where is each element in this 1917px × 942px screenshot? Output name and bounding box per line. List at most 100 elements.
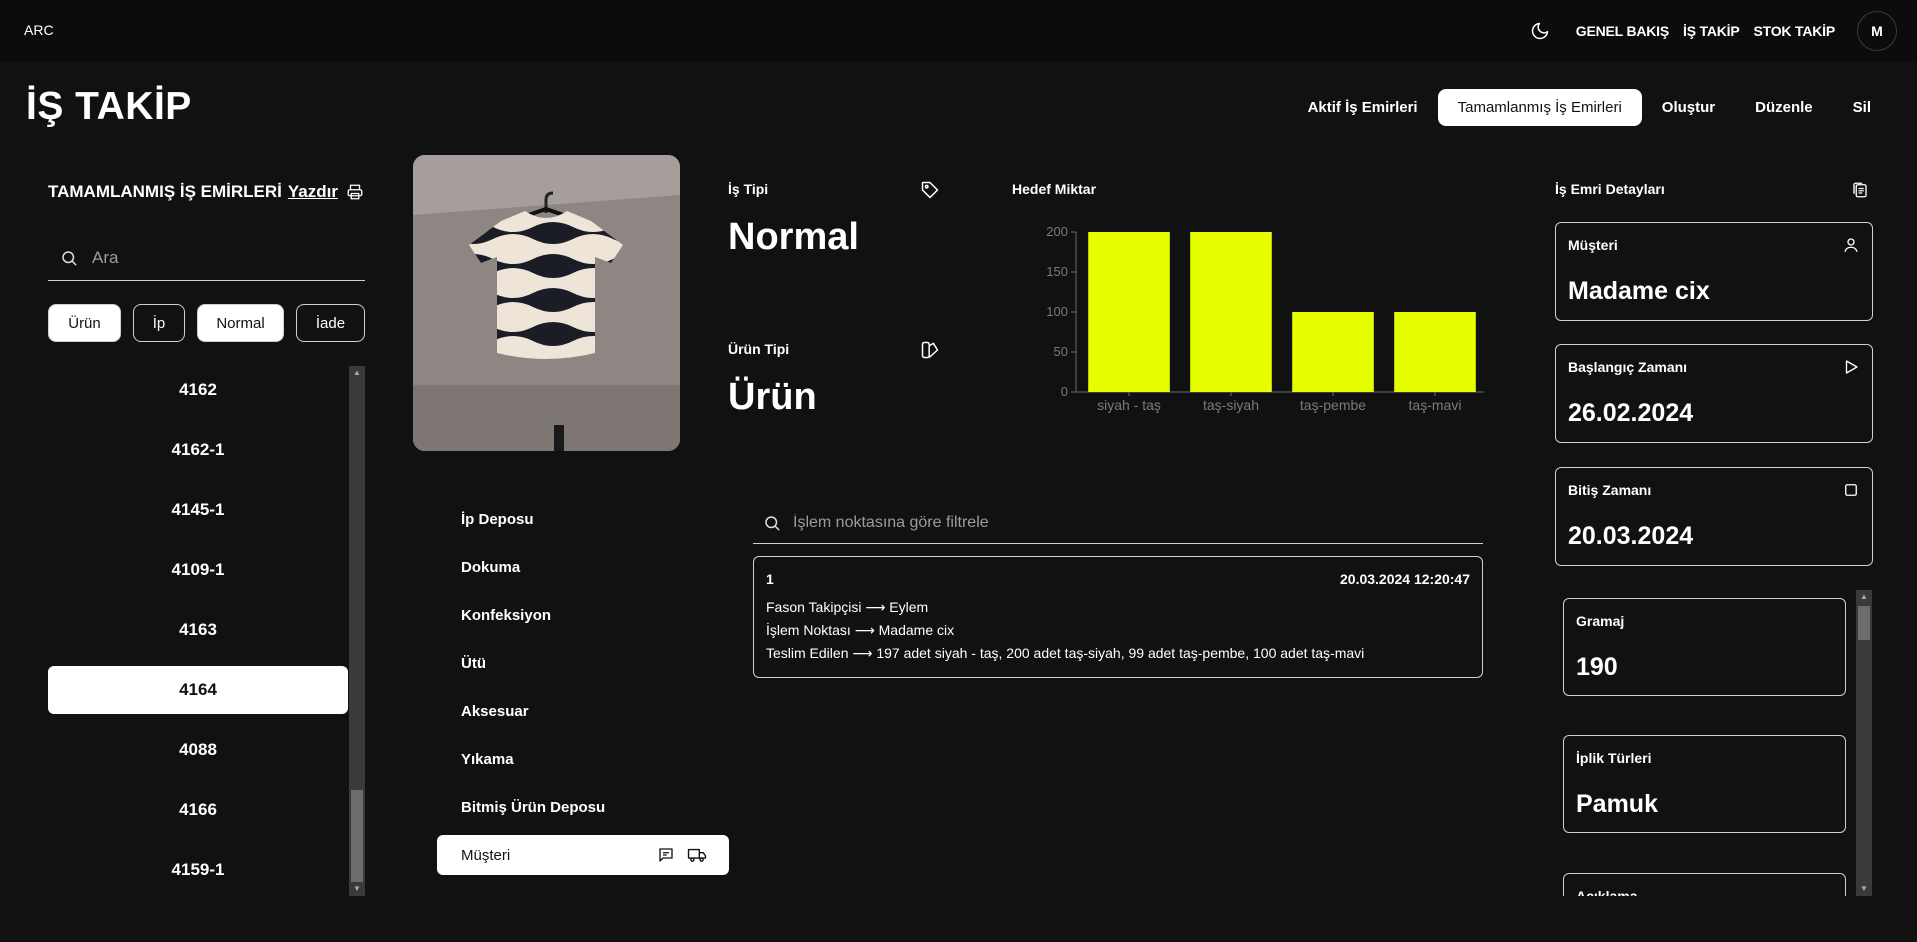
page-title: İŞ TAKİP <box>26 85 192 128</box>
moon-icon[interactable] <box>1530 21 1550 41</box>
print-link[interactable]: Yazdır <box>288 182 338 202</box>
search-icon <box>763 514 781 532</box>
order-search <box>48 236 365 281</box>
nav-link-job-tracking[interactable]: İŞ TAKİP <box>1683 23 1740 39</box>
type-filters: Ürün İp Normal İade <box>48 304 365 342</box>
stop-icon <box>1842 481 1860 499</box>
tab-active-orders[interactable]: Aktif İş Emirleri <box>1288 89 1438 126</box>
chart-bar[interactable] <box>1394 312 1476 392</box>
step-ironing[interactable]: Ütü <box>437 639 729 687</box>
tab-completed-orders[interactable]: Tamamlanmış İş Emirleri <box>1437 89 1642 126</box>
step-weaving[interactable]: Dokuma <box>437 543 729 591</box>
start-time-label: Başlangıç Zamanı <box>1568 359 1688 375</box>
end-time-value: 20.03.2024 <box>1568 522 1694 550</box>
process-steps: İp Deposu Dokuma Konfeksiyon Ütü Aksesua… <box>437 495 729 875</box>
tag-icon <box>920 180 940 200</box>
filter-chip-normal[interactable]: Normal <box>197 304 284 342</box>
customer-label: Müşteri <box>1568 237 1618 253</box>
yarn-types-label: İplik Türleri <box>1576 750 1652 766</box>
step-finished-depot[interactable]: Bitmiş Ürün Deposu <box>437 783 729 831</box>
details-scroll-region: Gramaj 190 İplik Türleri Pamuk Açıklama <box>1555 590 1873 896</box>
customer-card: Müşteri Madame cix <box>1555 222 1873 321</box>
start-time-value: 26.02.2024 <box>1568 399 1694 427</box>
filter-chip-product[interactable]: Ürün <box>48 304 121 342</box>
list-item-selected[interactable]: 4164 <box>48 666 348 714</box>
app-logo[interactable]: ARC <box>24 22 54 38</box>
step-customer-label: Müşteri <box>461 846 511 864</box>
log-filter-input[interactable] <box>793 513 1443 532</box>
chart-bar[interactable] <box>1190 232 1272 392</box>
clipboard-icon[interactable] <box>1851 181 1869 199</box>
tab-create[interactable]: Oluştur <box>1642 89 1735 126</box>
order-list-scrollbar[interactable]: ▲ ▼ <box>349 366 365 896</box>
chart-bar[interactable] <box>1292 312 1374 392</box>
scroll-down-arrow[interactable]: ▼ <box>349 882 365 896</box>
chart-bar[interactable] <box>1088 232 1170 392</box>
description-card: Açıklama <box>1563 873 1846 896</box>
top-navbar: ARC GENEL BAKIŞ İŞ TAKİP STOK TAKİP M <box>0 0 1917 62</box>
tab-delete[interactable]: Sil <box>1833 89 1891 126</box>
end-time-card: Bitiş Zamanı 20.03.2024 <box>1555 467 1873 566</box>
customer-value: Madame cix <box>1568 277 1710 305</box>
step-confection[interactable]: Konfeksiyon <box>437 591 729 639</box>
completed-orders-heading: TAMAMLANMIŞ İŞ EMİRLERİ Yazdır <box>48 182 364 202</box>
step-yarn-depot[interactable]: İp Deposu <box>437 495 729 543</box>
gramaj-value: 190 <box>1576 653 1618 681</box>
list-item[interactable]: 4166 <box>48 786 348 834</box>
log-entry: 1 20.03.2024 12:20:47 Fason Takipçisi ⟶ … <box>753 556 1483 678</box>
chart-y-tick-label: 200 <box>1046 224 1068 239</box>
list-item[interactable]: 4088 <box>48 726 348 774</box>
details-scrollbar[interactable]: ▲ ▼ <box>1856 590 1872 896</box>
list-item[interactable]: 4162 <box>48 366 348 414</box>
printer-icon[interactable] <box>346 183 364 201</box>
log-entry-timestamp: 20.03.2024 12:20:47 <box>1340 571 1470 587</box>
scroll-thumb[interactable] <box>1858 606 1870 640</box>
scroll-up-arrow[interactable]: ▲ <box>1856 590 1872 604</box>
chart-x-tick-label: siyah - taş <box>1097 397 1161 413</box>
target-quantity-chart: 0 50 100 150 200 siyah - taş taş-siyah taş-pemb… <box>1006 180 1498 420</box>
scroll-thumb[interactable] <box>351 790 363 882</box>
completed-orders-title: TAMAMLANMIŞ İŞ EMİRLERİ <box>48 182 282 201</box>
chart-y-tick-label: 100 <box>1046 304 1068 319</box>
product-image <box>413 155 680 451</box>
list-item[interactable]: 4159-1 <box>48 846 348 894</box>
order-search-input[interactable] <box>92 248 352 268</box>
list-item[interactable]: 4145-1 <box>48 486 348 534</box>
tab-bar: Aktif İş Emirleri Tamamlanmış İş Emirler… <box>1288 89 1891 126</box>
step-customer[interactable]: Müşteri <box>437 835 729 875</box>
step-customer-icons <box>657 846 707 864</box>
chart-x-tick-label: taş-pembe <box>1300 397 1366 413</box>
list-item[interactable]: 4109-1 <box>48 546 348 594</box>
filter-chip-yarn[interactable]: İp <box>133 304 185 342</box>
yarn-types-value: Pamuk <box>1576 790 1658 818</box>
list-item[interactable]: 4162-1 <box>48 426 348 474</box>
list-item[interactable]: 4163 <box>48 606 348 654</box>
chart-x-tick-label: taş-mavi <box>1409 397 1462 413</box>
step-washing[interactable]: Yıkama <box>437 735 729 783</box>
step-accessory[interactable]: Aksesuar <box>437 687 729 735</box>
chart-y-tick-label: 150 <box>1046 264 1068 279</box>
swatch-icon <box>920 340 940 360</box>
gramaj-label: Gramaj <box>1576 613 1625 629</box>
nav-link-stock-tracking[interactable]: STOK TAKİP <box>1754 23 1836 39</box>
job-type-value: Normal <box>728 216 859 258</box>
filter-chip-return[interactable]: İade <box>296 304 365 342</box>
gramaj-card: Gramaj 190 <box>1563 598 1846 696</box>
avatar[interactable]: M <box>1857 11 1897 51</box>
scroll-down-arrow[interactable]: ▼ <box>1856 882 1872 896</box>
truck-icon[interactable] <box>687 846 707 864</box>
tab-edit[interactable]: Düzenle <box>1735 89 1833 126</box>
chart-y-tick-label: 50 <box>1054 344 1068 359</box>
user-icon <box>1842 236 1860 254</box>
scroll-up-arrow[interactable]: ▲ <box>349 366 365 380</box>
end-time-label: Bitiş Zamanı <box>1568 482 1652 498</box>
chart-y-tick-label: 0 <box>1061 384 1068 399</box>
order-list: 4162 4162-1 4145-1 4109-1 4163 4164 4088… <box>48 366 348 896</box>
product-type-value: Ürün <box>728 376 817 418</box>
nav-link-overview[interactable]: GENEL BAKIŞ <box>1576 23 1669 39</box>
log-entry-line: Teslim Edilen ⟶ 197 adet siyah - taş, 20… <box>766 645 1365 661</box>
log-entry-header: 1 20.03.2024 12:20:47 <box>766 571 1470 587</box>
order-details-title: İş Emri Detayları <box>1555 181 1665 197</box>
search-icon <box>60 249 78 267</box>
message-icon[interactable] <box>657 846 675 864</box>
